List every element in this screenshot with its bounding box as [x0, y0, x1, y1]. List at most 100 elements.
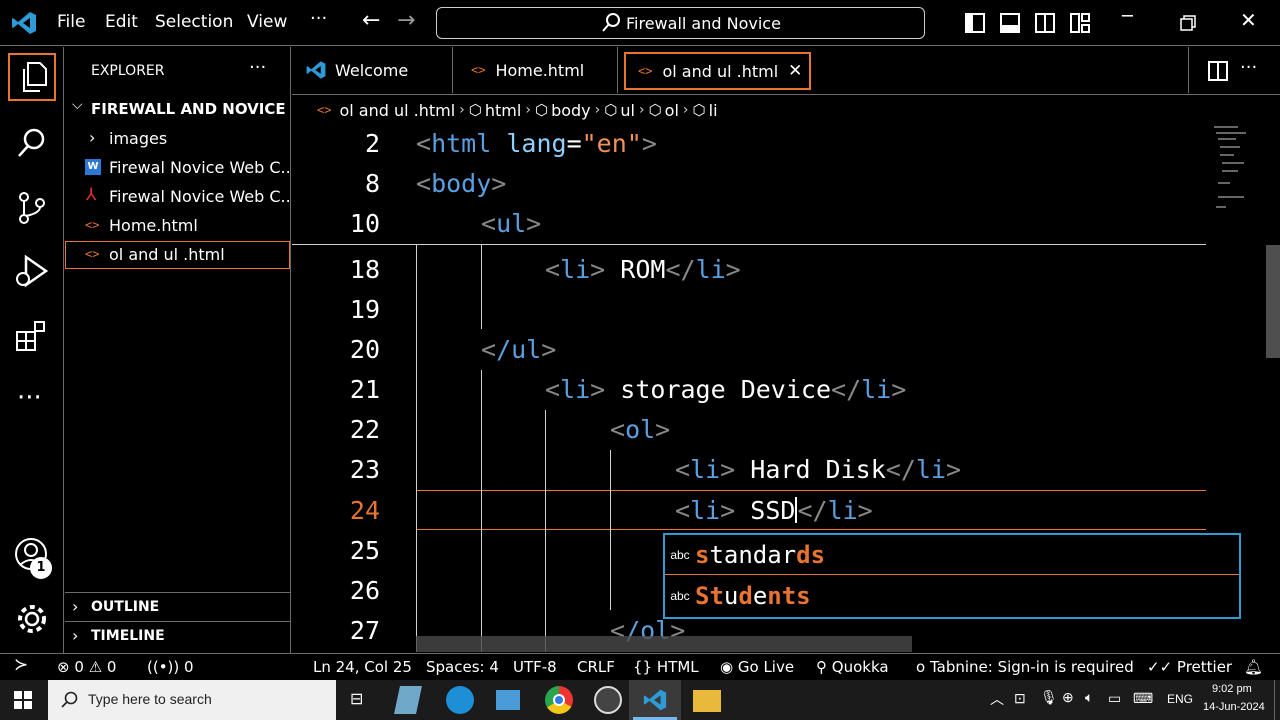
nav-forward-icon[interactable]: → — [397, 8, 415, 33]
nav-back-icon[interactable]: ← — [362, 8, 380, 33]
remote-desktop-icon[interactable] — [496, 690, 520, 710]
tray-app-icon[interactable]: ⊡ — [1014, 690, 1026, 707]
keyboard-icon[interactable]: ⌨ — [1133, 690, 1153, 707]
line-number: 22 — [349, 415, 380, 444]
vscode-logo-icon — [306, 61, 326, 79]
tree-item-pdf[interactable]: ⅄ Firewal Novice Web C... — [65, 184, 296, 210]
minimize-icon[interactable]: ─ — [1122, 6, 1133, 27]
folder-header[interactable]: ⌵ FIREWALL AND NOVICE — [65, 97, 290, 121]
end-of-line[interactable]: CRLF — [577, 658, 615, 676]
tab-ol-ul-html[interactable]: <> ol and ul .html ✕ — [624, 52, 811, 90]
notepad-icon[interactable] — [394, 686, 422, 714]
notifications-bell-icon[interactable]: 🔔︎ — [1244, 658, 1263, 676]
code-line-10: <ul> — [481, 209, 542, 238]
show-desktop-button[interactable] — [1274, 680, 1275, 720]
breadcrumb-ul[interactable]: ul — [620, 101, 635, 120]
remote-icon[interactable]: ≻ — [14, 655, 28, 675]
globe-network-icon[interactable]: ⊕ — [1062, 689, 1074, 706]
tab-close-icon[interactable]: ✕ — [788, 61, 802, 81]
customize-layout-icon[interactable] — [1070, 13, 1090, 33]
clock-time[interactable]: 9:02 pm — [1212, 683, 1252, 695]
taskbar-search-box[interactable]: Type here to search — [48, 680, 336, 720]
outline-section[interactable]: › OUTLINE — [65, 592, 290, 621]
suggestion-item[interactable]: abc St u d e nt s — [665, 576, 1239, 616]
code-line-20: </ul> — [481, 335, 557, 364]
title-bar: File Edit Selection View ··· ← → Firewal… — [0, 0, 1280, 46]
taskbar-search-placeholder: Type here to search — [88, 691, 212, 707]
toggle-panel-icon[interactable] — [1000, 13, 1020, 33]
line-number-gutter: 2 8 10 18 19 20 21 22 23 24 25 26 27 — [292, 124, 380, 652]
tree-item-word-doc[interactable]: W Firewal Novice Web C... — [65, 155, 296, 181]
activity-explorer[interactable] — [8, 53, 56, 101]
minimap[interactable] — [1212, 124, 1262, 224]
search-icon[interactable] — [16, 126, 48, 158]
menu-more[interactable]: ··· — [310, 8, 327, 29]
battery-icon[interactable]: ▭ — [1108, 690, 1121, 707]
menu-edit[interactable]: Edit — [105, 12, 138, 32]
chevron-up-icon[interactable]: ︿ — [990, 689, 1004, 709]
restore-icon[interactable] — [1180, 15, 1196, 31]
taskbar-active-app[interactable] — [629, 680, 681, 720]
code-line-23: <li> Hard Disk</li> — [675, 455, 962, 484]
chevron-right-icon: › — [682, 102, 689, 118]
quokka[interactable]: ⚲ Quokka — [816, 658, 889, 676]
code-line-2: <html lang="en"> — [416, 129, 657, 158]
clock-date[interactable]: 14-Jun-2024 — [1203, 701, 1265, 713]
volume-icon[interactable]: 🔈︎ — [1085, 689, 1093, 706]
toggle-primary-sidebar-icon[interactable] — [965, 13, 985, 33]
breadcrumb-li[interactable]: li — [709, 101, 718, 120]
edge-browser-icon[interactable] — [446, 686, 474, 714]
input-language[interactable]: ENG — [1167, 692, 1193, 706]
timeline-section[interactable]: › TIMELINE — [65, 621, 290, 651]
obs-icon[interactable] — [594, 686, 622, 714]
go-live[interactable]: ◉ Go Live — [720, 658, 794, 676]
microphone-icon[interactable]: 🎙︎ — [1040, 689, 1058, 706]
line-number: 8 — [364, 169, 380, 198]
folder-name: FIREWALL AND NOVICE — [91, 100, 286, 118]
tree-item-home-html[interactable]: <> Home.html — [65, 213, 290, 239]
breadcrumb-file[interactable]: ol and ul .html — [339, 101, 455, 120]
menu-view[interactable]: View — [247, 12, 287, 32]
indent-guide — [610, 450, 611, 610]
element-cube-icon: ⬡ — [468, 101, 482, 119]
tree-item-label: Home.html — [109, 216, 198, 235]
menu-selection[interactable]: Selection — [155, 12, 233, 32]
html-file-icon: <> — [471, 63, 486, 77]
tab-home-html[interactable]: <> Home.html — [453, 47, 618, 93]
windows-start-icon[interactable] — [14, 691, 32, 709]
encoding[interactable]: UTF-8 — [513, 658, 557, 676]
warning-icon: ⚠ — [88, 658, 103, 676]
suggestion-item[interactable]: abc s tandar ds — [665, 535, 1239, 575]
prettier[interactable]: ✓✓ Prettier — [1147, 658, 1232, 676]
toggle-secondary-sidebar-icon[interactable] — [1035, 13, 1055, 33]
gear-icon[interactable] — [15, 602, 49, 636]
horizontal-scrollbar[interactable] — [416, 636, 912, 652]
breadcrumb-html[interactable]: html — [485, 101, 521, 120]
ports-indicator[interactable]: ((•)) 0 — [147, 658, 194, 676]
command-center-search[interactable]: Firewall and Novice — [436, 7, 925, 39]
cursor-position[interactable]: Ln 24, Col 25 — [313, 658, 412, 676]
split-editor-icon[interactable] — [1208, 61, 1228, 81]
menu-file[interactable]: File — [57, 12, 85, 32]
tree-item-ol-ul-html[interactable]: <> ol and ul .html — [65, 241, 290, 269]
code-line-8: <body> — [416, 169, 507, 198]
run-debug-icon[interactable] — [14, 253, 50, 289]
problems-indicator[interactable]: ⊗ 0 ⚠ 0 — [57, 658, 116, 676]
editor-more-icon[interactable]: ··· — [1240, 57, 1257, 78]
extensions-icon[interactable] — [15, 319, 49, 353]
source-control-icon[interactable] — [16, 191, 48, 225]
chrome-browser-icon[interactable] — [545, 686, 573, 714]
task-view-icon[interactable]: ⊟ — [350, 689, 363, 708]
breadcrumb-body[interactable]: body — [551, 101, 591, 120]
breadcrumb-ol[interactable]: ol — [665, 101, 679, 120]
close-window-icon[interactable]: ✕ — [1240, 8, 1257, 32]
vertical-scrollbar[interactable] — [1266, 245, 1280, 358]
file-explorer-icon[interactable] — [693, 690, 721, 712]
tabnine[interactable]: o Tabnine: Sign-in is required — [916, 658, 1134, 676]
more-views-icon[interactable]: ··· — [17, 383, 42, 413]
tab-welcome[interactable]: Welcome — [292, 47, 453, 93]
language-mode[interactable]: {} HTML — [633, 658, 699, 676]
explorer-more-icon[interactable]: ··· — [249, 57, 266, 78]
tree-item-images[interactable]: › images — [65, 126, 290, 152]
indentation[interactable]: Spaces: 4 — [426, 658, 499, 676]
